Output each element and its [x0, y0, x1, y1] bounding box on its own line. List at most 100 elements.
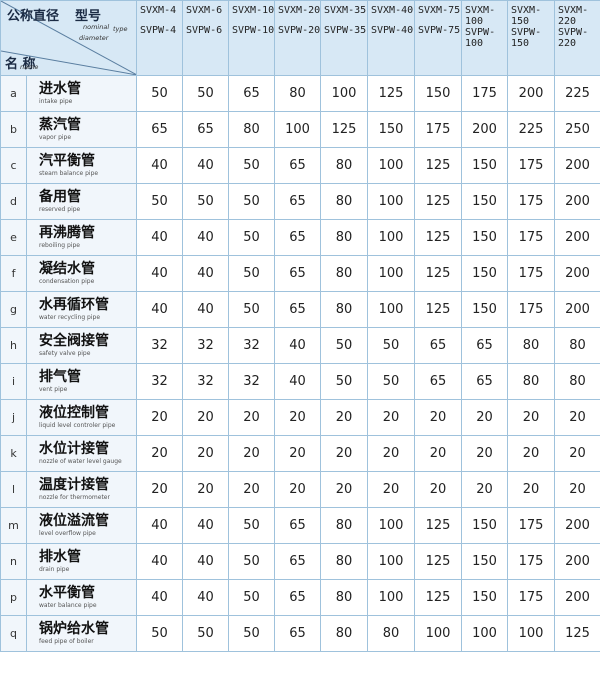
- diameter-value: 50: [367, 327, 415, 364]
- pipe-name-en: liquid level controler pipe: [39, 422, 116, 429]
- diameter-value: 40: [274, 327, 321, 364]
- diameter-value: 150: [461, 543, 508, 580]
- diameter-value: 32: [228, 327, 275, 364]
- pipe-name-zh: 凝结水管: [39, 261, 95, 277]
- pipe-name-zh: 水位计接管: [39, 441, 109, 457]
- diameter-value: 20: [136, 435, 183, 472]
- table-row: j 液位控制管 liquid level controler pipe 20 20 20 2…: [0, 399, 600, 436]
- diameter-value: 200: [554, 255, 600, 292]
- model-code-alt: SVPW-40: [371, 25, 414, 36]
- diameter-value: 50: [320, 363, 368, 400]
- diameter-value: 20: [136, 399, 183, 436]
- diameter-value: 65: [414, 327, 462, 364]
- model-code-alt: SVPW-35: [324, 25, 367, 36]
- table-row: b 蒸汽管 vapor pipe 65 65 80 100 125 150 175 200 225 25…: [0, 111, 600, 148]
- diameter-value: 50: [182, 75, 229, 112]
- diameter-value: 100: [367, 219, 415, 256]
- row-letter: q: [0, 615, 27, 652]
- diameter-value: 32: [182, 363, 229, 400]
- table-row: a 进水管 intake pipe 50 50 65 80 100 125 150 175 200 22…: [0, 75, 600, 112]
- diameter-value: 200: [461, 111, 508, 148]
- pipe-name-cell: 进水管 intake pipe: [26, 75, 137, 112]
- row-letter: i: [0, 363, 27, 400]
- diameter-value: 20: [461, 471, 508, 508]
- diameter-value: 100: [414, 615, 462, 652]
- diameter-value: 65: [274, 183, 321, 220]
- pipe-name-zh: 蒸汽管: [39, 117, 81, 133]
- model-code: SVXM-6: [186, 5, 223, 16]
- table-row: c 汽平衡管 steam balance pipe 40 40 50 65 80 100 125 1…: [0, 147, 600, 184]
- row-letter: f: [0, 255, 27, 292]
- row-letter: b: [0, 111, 27, 148]
- model-code-alt: SVPW-20: [278, 25, 321, 36]
- row-letter: g: [0, 291, 27, 328]
- diameter-value: 50: [228, 579, 275, 616]
- pipe-name-en: drain pipe: [39, 566, 70, 573]
- diameter-value: 40: [136, 219, 183, 256]
- diameter-value: 65: [461, 327, 508, 364]
- row-letter: e: [0, 219, 27, 256]
- pipe-name-cell: 排水管 drain pipe: [26, 543, 137, 580]
- diameter-value: 175: [461, 75, 508, 112]
- diameter-value: 80: [554, 363, 600, 400]
- pipe-name-cell: 温度计接管 nozzle for thermometer: [26, 471, 137, 508]
- model-code-alt: SVPW-4: [140, 25, 177, 36]
- diameter-value: 200: [554, 219, 600, 256]
- diameter-value: 20: [367, 435, 415, 472]
- diameter-value: 20: [461, 435, 508, 472]
- model-header-cell: SVXM- 100 SVPW- 100: [461, 0, 508, 76]
- diameter-value: 50: [367, 363, 415, 400]
- table-row: e 再沸腾管 reboiling pipe 40 40 50 65 80 100 125 150 17…: [0, 219, 600, 256]
- diameter-value: 100: [320, 75, 368, 112]
- diameter-value: 80: [320, 507, 368, 544]
- diameter-value: 100: [367, 255, 415, 292]
- diameter-value: 80: [507, 327, 555, 364]
- diameter-value: 50: [136, 183, 183, 220]
- diameter-value: 100: [367, 543, 415, 580]
- diameter-value: 200: [507, 75, 555, 112]
- model-code-alt: SVPW-6: [186, 25, 223, 36]
- diameter-value: 20: [414, 399, 462, 436]
- diameter-value: 150: [367, 111, 415, 148]
- diameter-value: 200: [554, 291, 600, 328]
- diameter-value: 100: [367, 291, 415, 328]
- diameter-value: 40: [136, 291, 183, 328]
- diameter-value: 50: [182, 183, 229, 220]
- pipe-name-cell: 安全阀接管 safety valve pipe: [26, 327, 137, 364]
- diameter-value: 32: [136, 363, 183, 400]
- table-row: n 排水管 drain pipe 40 40 50 65 80 100 125 150 175 200: [0, 543, 600, 580]
- corner-cell: 公称直径 型号 nominal diameter type 名 称 name: [0, 0, 137, 76]
- diameter-value: 80: [320, 147, 368, 184]
- row-letter: p: [0, 579, 27, 616]
- row-letter: k: [0, 435, 27, 472]
- diameter-value: 50: [228, 507, 275, 544]
- diameter-value: 20: [507, 435, 555, 472]
- diameter-value: 65: [274, 507, 321, 544]
- diameter-value: 150: [461, 579, 508, 616]
- diameter-value: 50: [228, 219, 275, 256]
- pipe-name-cell: 汽平衡管 steam balance pipe: [26, 147, 137, 184]
- pipe-name-cell: 排气管 vent pipe: [26, 363, 137, 400]
- diameter-value: 20: [507, 471, 555, 508]
- diameter-value: 175: [507, 579, 555, 616]
- row-letter: l: [0, 471, 27, 508]
- diameter-value: 20: [182, 435, 229, 472]
- diameter-value: 50: [228, 183, 275, 220]
- pipe-name-en: reserved pipe: [39, 206, 81, 213]
- diameter-value: 20: [274, 471, 321, 508]
- pipe-name-en: water balance pipe: [39, 602, 97, 609]
- table-row: q 锅炉给水管 feed pipe of boiler 50 50 50 65 80 80 100…: [0, 615, 600, 652]
- diameter-value: 20: [136, 471, 183, 508]
- diameter-value: 20: [228, 399, 275, 436]
- row-letter: n: [0, 543, 27, 580]
- diameter-value: 50: [228, 291, 275, 328]
- diameter-value: 150: [461, 147, 508, 184]
- diameter-value: 200: [554, 579, 600, 616]
- type-en-label: type: [113, 25, 128, 33]
- diameter-value: 100: [367, 183, 415, 220]
- row-letter: j: [0, 399, 27, 436]
- diameter-value: 20: [367, 399, 415, 436]
- diameter-value: 200: [554, 147, 600, 184]
- pipe-name-en: nozzle of water level gauge: [39, 458, 122, 465]
- diameter-value: 80: [228, 111, 275, 148]
